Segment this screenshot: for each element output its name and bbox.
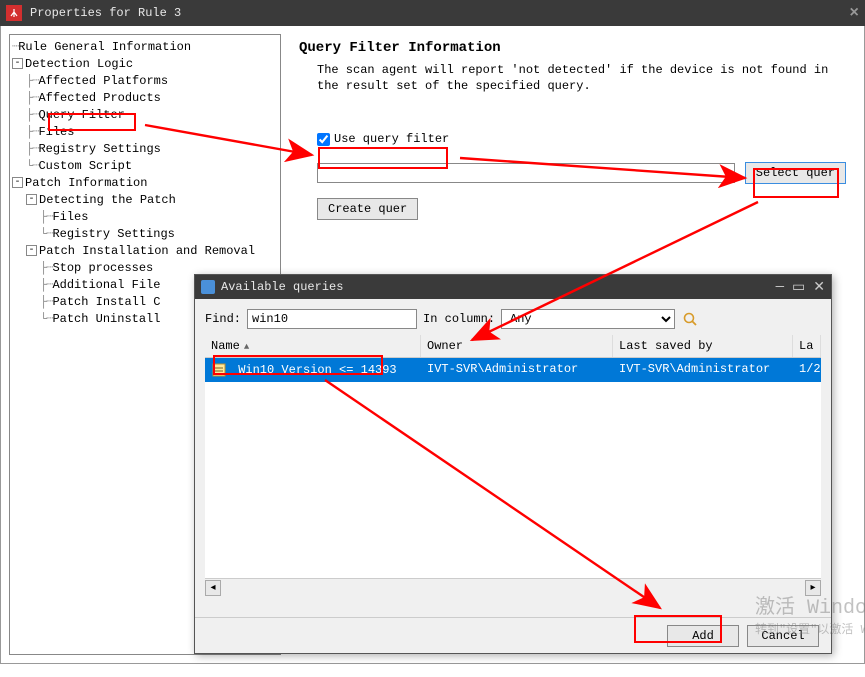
results-grid: Name▲ Owner Last saved by La Win10 Versi… [205,335,821,596]
tree-item-registry[interactable]: ├┈Registry Settings [12,141,278,158]
cancel-button[interactable]: Cancel [747,625,819,647]
tree-item-detecting-registry[interactable]: └┈Registry Settings [12,226,278,243]
select-query-button[interactable]: Select quer [745,162,846,184]
tree-item-general[interactable]: ┈Rule General Information [12,39,278,56]
col-name[interactable]: Name▲ [205,335,421,357]
incolumn-label: In column: [423,312,495,326]
grid-header: Name▲ Owner Last saved by La [205,335,821,358]
use-query-filter-checkbox[interactable] [317,133,330,146]
col-owner[interactable]: Owner [421,335,613,357]
collapse-icon[interactable]: - [26,245,37,256]
sort-asc-icon: ▲ [244,342,249,352]
close-icon[interactable]: × [849,4,859,22]
find-input[interactable] [247,309,417,329]
cell-last: 1/2 [793,358,821,382]
col-last[interactable]: La [793,335,821,357]
window-title: Properties for Rule 3 [30,6,181,20]
tree-item-files[interactable]: ├┈Files [12,124,278,141]
collapse-icon[interactable]: - [12,58,23,69]
dialog-icon [201,280,215,294]
cell-name: Win10 Version <= 14393 [238,363,396,377]
tree-item-queryfilter[interactable]: ├┈Query Filter [12,107,278,124]
tree-item-install[interactable]: -Patch Installation and Removal [12,243,278,260]
query-icon [211,362,227,378]
available-queries-dialog: Available queries — ▭ ✕ Find: In column:… [194,274,832,654]
dialog-close-icon[interactable]: ✕ [813,279,825,296]
tree-item-detecting[interactable]: -Detecting the Patch [12,192,278,209]
tree-item-detecting-files[interactable]: ├┈Files [12,209,278,226]
table-row[interactable]: Win10 Version <= 14393 IVT-SVR\Administr… [205,358,821,382]
tree-item-patch[interactable]: -Patch Information [12,175,278,192]
create-query-button[interactable]: Create quer [317,198,418,220]
tree-item-custom[interactable]: └┈Custom Script [12,158,278,175]
grid-body: Win10 Version <= 14393 IVT-SVR\Administr… [205,358,821,578]
panel-heading: Query Filter Information [299,40,846,56]
dialog-title: Available queries [221,280,343,294]
maximize-icon[interactable]: ▭ [792,279,805,296]
cell-saved: IVT-SVR\Administrator [613,358,793,382]
find-label: Find: [205,312,241,326]
app-icon [6,5,22,21]
cell-owner: IVT-SVR\Administrator [421,358,613,382]
query-input[interactable] [317,163,735,183]
panel-description: The scan agent will report 'not detected… [317,62,846,94]
scroll-left-icon[interactable]: ◂ [205,580,221,596]
tree-item-platforms[interactable]: ├┈Affected Platforms [12,73,278,90]
dialog-titlebar: Available queries — ▭ ✕ [195,275,831,299]
scroll-right-icon[interactable]: ▸ [805,580,821,596]
collapse-icon[interactable]: - [26,194,37,205]
minimize-icon[interactable]: — [776,279,784,296]
search-icon[interactable] [681,310,699,328]
add-button[interactable]: Add [667,625,739,647]
tree-item-products[interactable]: ├┈Affected Products [12,90,278,107]
titlebar: Properties for Rule 3 × [0,0,865,26]
use-query-filter-label: Use query filter [334,132,449,146]
collapse-icon[interactable]: - [12,177,23,188]
incolumn-select[interactable]: Any [501,309,675,329]
col-saved[interactable]: Last saved by [613,335,793,357]
tree-item-detection[interactable]: -Detection Logic [12,56,278,73]
horizontal-scrollbar[interactable]: ◂ ▸ [205,578,821,596]
